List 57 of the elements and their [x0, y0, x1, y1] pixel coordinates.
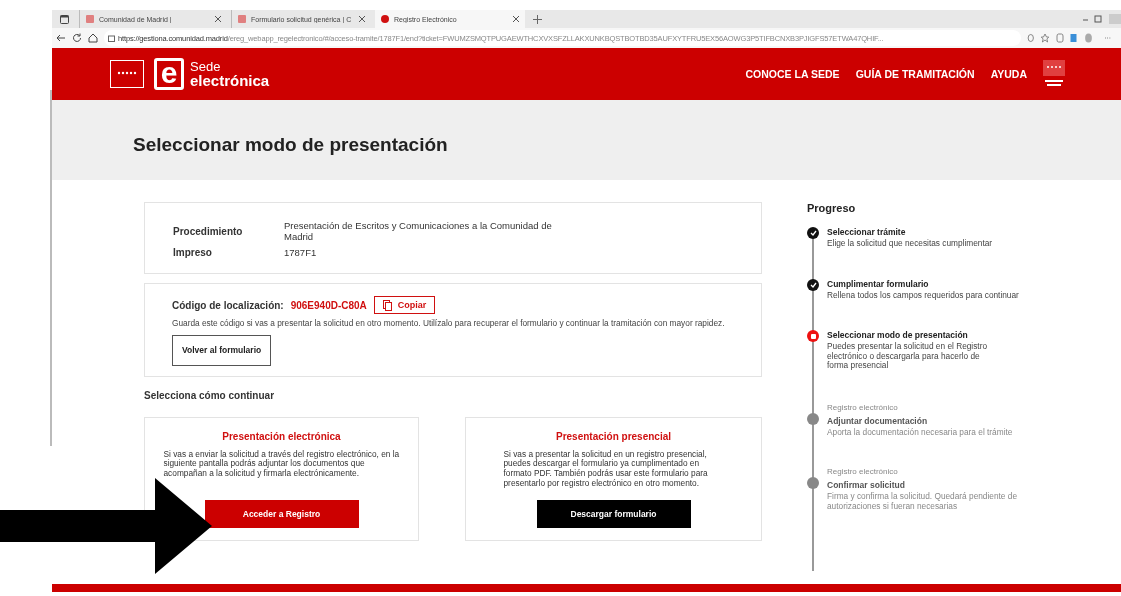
back-to-form-button[interactable]: Volver al formulario [172, 334, 272, 366]
favicon-icon [381, 15, 389, 23]
step-phase: Registro electrónico [827, 467, 899, 477]
step-title: Confirmar solicitud [827, 480, 906, 491]
step-description: Firma y confirma la solicitud. Quedará pendiente de autorizaciones si fueran necesarias [827, 492, 1018, 512]
nav-link[interactable]: CONOCE LA SEDE [745, 68, 840, 80]
step-description: Puedes presentar la solicitud en el Registro electrónico o descargarla para hacerlo de forma presencial [827, 342, 989, 371]
progress-title: Progreso [807, 202, 857, 214]
close-icon[interactable] [359, 16, 365, 22]
close-icon[interactable] [513, 16, 519, 22]
field-label: Procedimiento [173, 225, 244, 237]
field-value: 1787F1 [284, 247, 318, 258]
brand-top: Sede [190, 60, 222, 73]
option-text: Si vas a enviar la solicitud a través del registro electrónico, en la siguiente pantalla podrás adjuntar los documentos que acompañan a la solicitud y firmarla electrónicamente. [163, 449, 400, 479]
field-value: Presentación de Escritos y Comunicaciones a la Comunidad de Madrid [284, 220, 553, 242]
favicon-icon [86, 15, 94, 23]
step-marker [807, 412, 819, 425]
locator-note: Guarda este código si vas a presentar la solicitud en otro momento. Utilízalo para recuperar el formulario y continuar la tramitación con mayor rapidez. [172, 319, 726, 329]
step-description: Elige la solicitud que necesitas cumplimentar [827, 239, 993, 249]
step-marker [807, 330, 819, 343]
step-title: Seleccionar trámite [827, 227, 907, 237]
step-title: Seleccionar modo de presentación [827, 330, 969, 341]
copy-button[interactable]: Copiar [373, 296, 436, 314]
tab-actions-icon[interactable] [60, 14, 69, 24]
page-title: Seleccionar modo de presentación [133, 134, 448, 156]
section-heading: Selecciona cómo continuar [144, 389, 276, 401]
option-title: Presentación electrónica [222, 430, 341, 442]
action-button[interactable]: Acceder a Registro [204, 499, 359, 528]
brand-bottom: electrónica [190, 73, 270, 88]
action-button[interactable]: Descargar formulario [536, 499, 691, 528]
step-title: Cumplimentar formulario [827, 278, 930, 289]
check-icon [807, 278, 819, 291]
step-description: Aporta la documentación necesaria para el trámite [827, 427, 1013, 438]
close-icon[interactable] [215, 16, 221, 22]
favicon-icon [238, 15, 246, 23]
option-text: Si vas a presentar la solicitud en un registro presencial, puedes descargar el formulario ya cumplimentado en formato PDF. También podrás usar este formulario para presentarlo por registro electrónico en otro momento. [503, 449, 709, 489]
copy-icon [382, 299, 392, 311]
check-icon [807, 227, 819, 239]
locator-label: Código de localización: [172, 299, 284, 311]
home-icon[interactable] [88, 33, 98, 43]
locator-code: 906E940D-C80A [290, 299, 367, 311]
nav-link[interactable]: GUÍA DE TRAMITACIÓN [855, 68, 975, 80]
reload-icon[interactable] [72, 33, 82, 43]
step-phase: Registro electrónico [827, 402, 899, 412]
back-icon[interactable] [56, 33, 66, 43]
page-info-icon [108, 34, 115, 42]
region-logo [1043, 60, 1065, 88]
nav-link[interactable]: AYUDA [990, 68, 1027, 80]
pointer-arrow-icon [0, 478, 212, 574]
step-title: Adjuntar documentación [827, 415, 929, 426]
new-tab-icon[interactable] [533, 14, 542, 24]
field-label: Impreso [173, 247, 213, 258]
logo-letter: e [154, 58, 184, 90]
step-marker [807, 477, 819, 490]
step-description: Rellena todos los campos requeridos para continuar [827, 290, 1019, 301]
option-title: Presentación presencial [555, 430, 672, 442]
flag-logo [110, 60, 144, 88]
